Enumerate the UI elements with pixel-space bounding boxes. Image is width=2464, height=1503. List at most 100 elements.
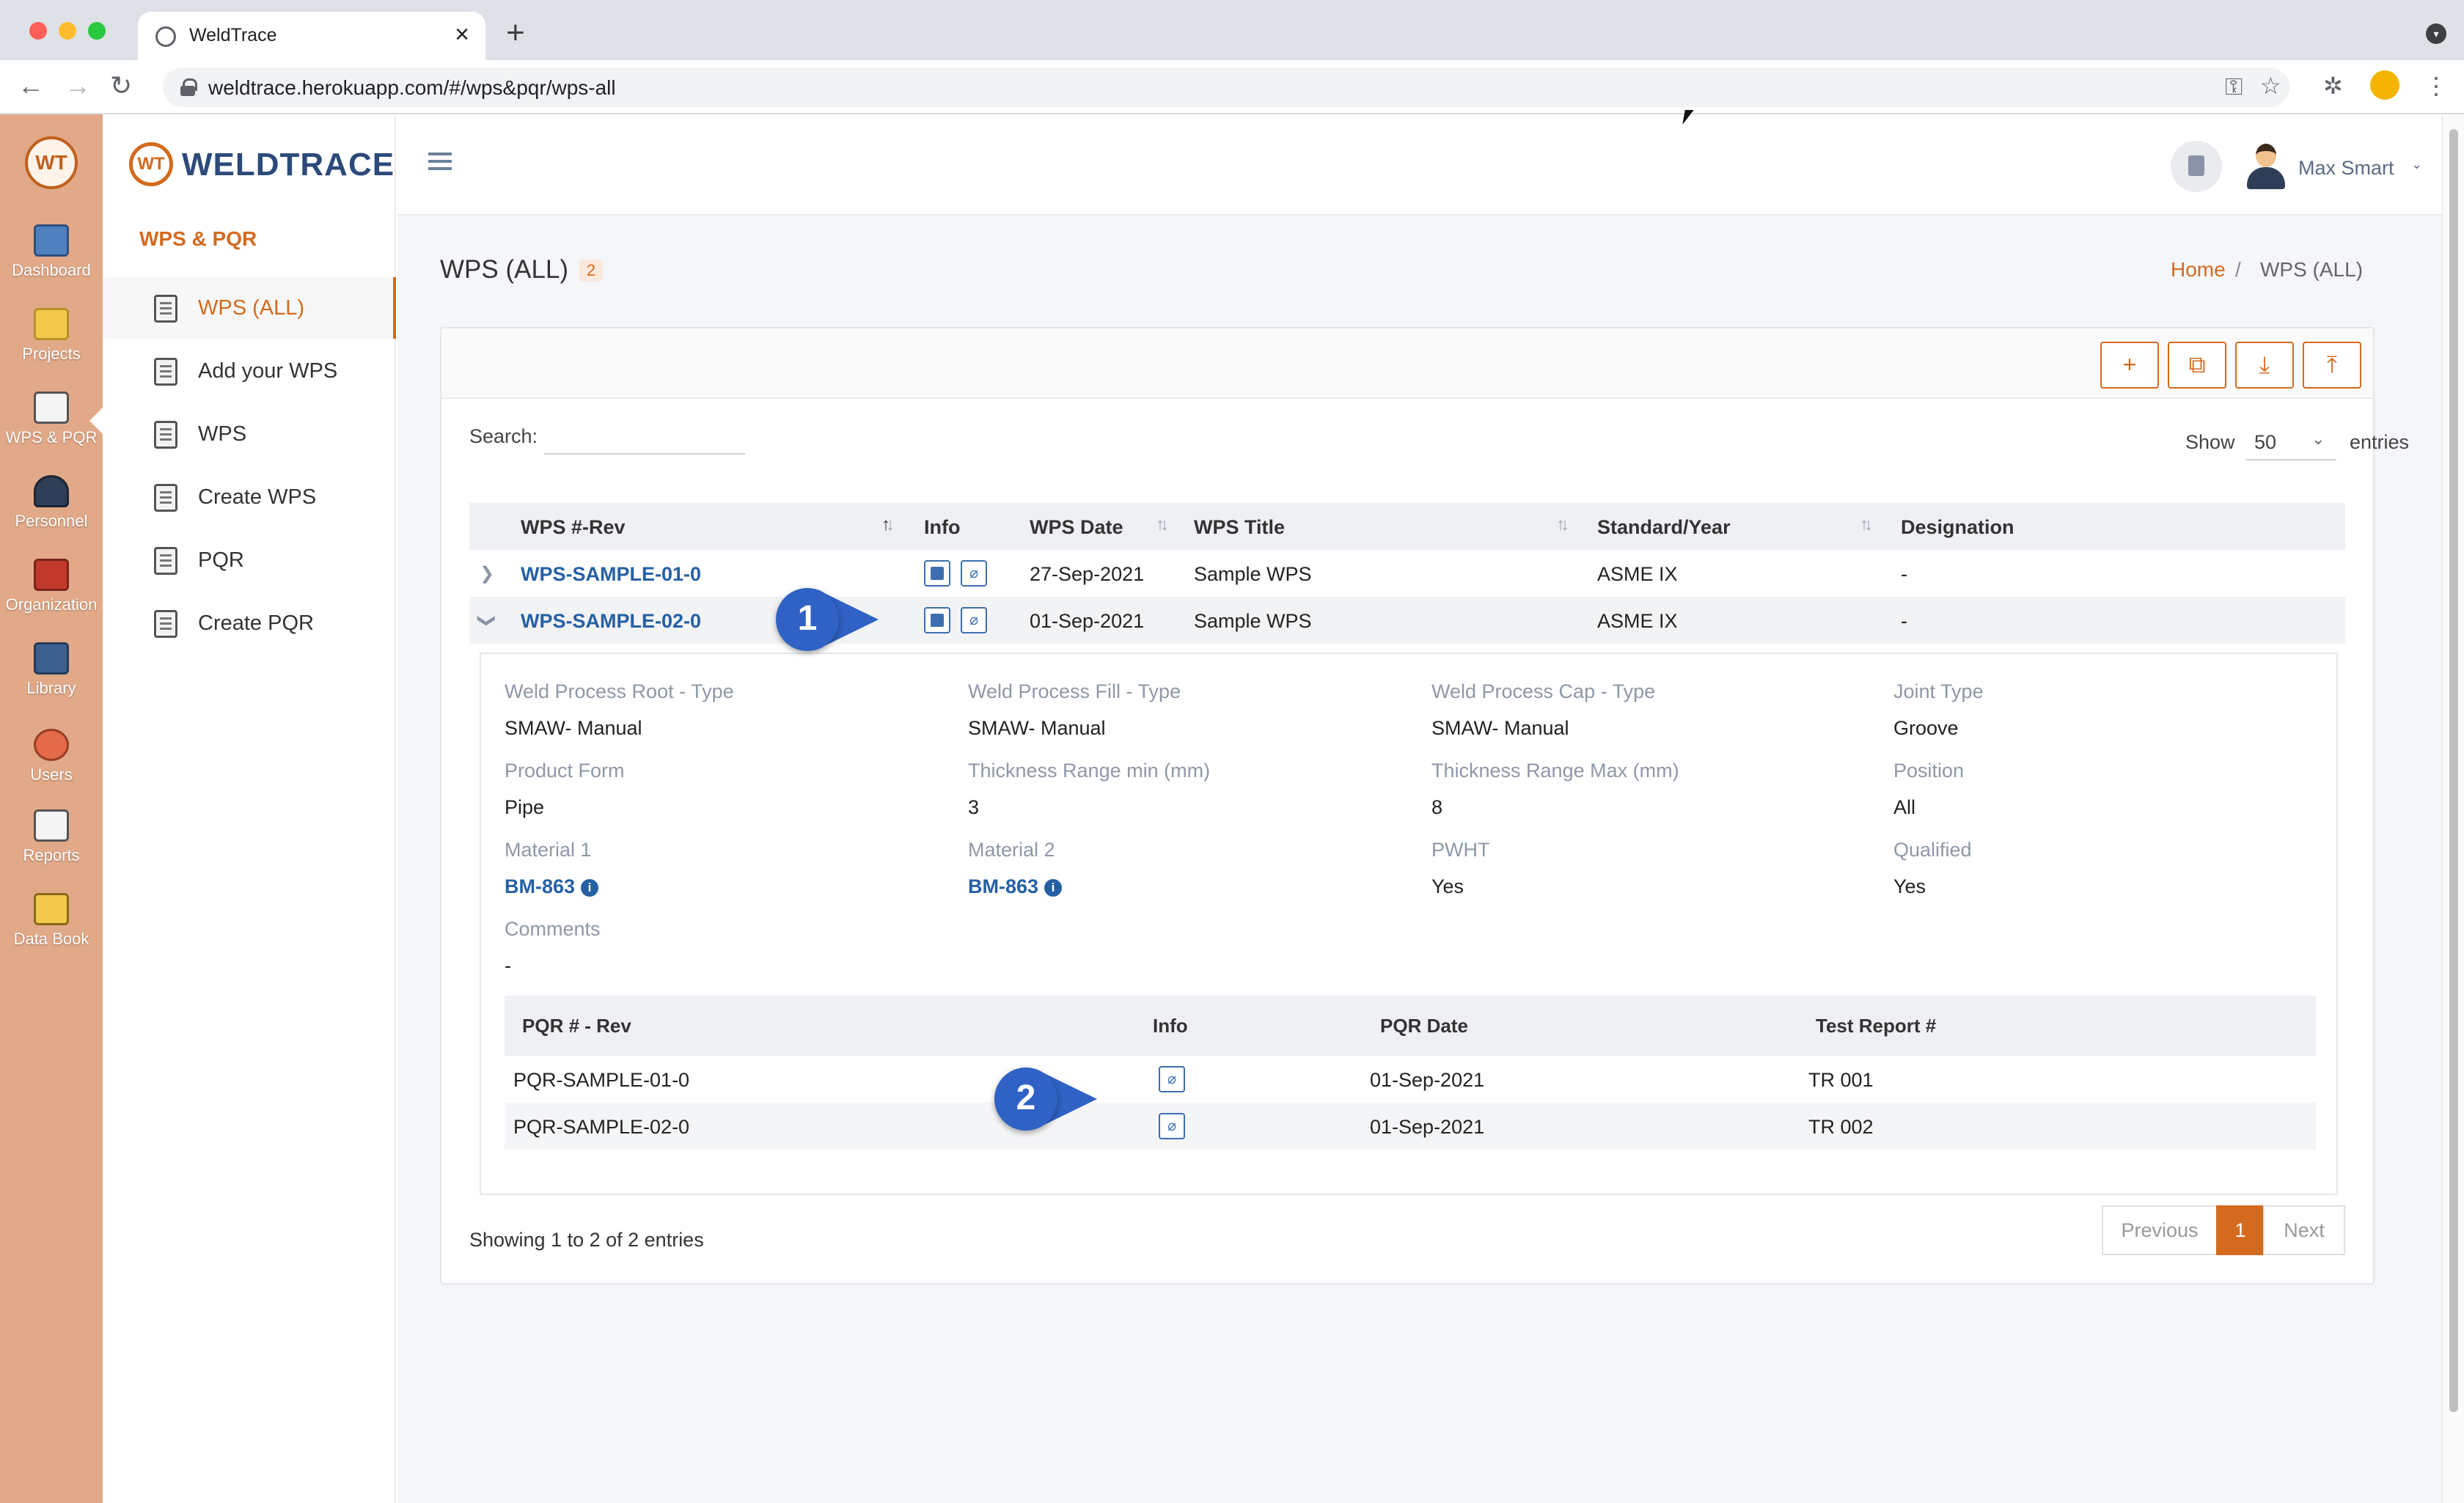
sidebar-item-wps-all[interactable]: WPS (ALL) xyxy=(103,277,396,339)
field-label: Product Form xyxy=(505,760,625,782)
field-value: SMAW- Manual xyxy=(1431,717,1569,739)
forward-arrow-icon[interactable]: → xyxy=(65,70,91,101)
info-icon: i xyxy=(1044,879,1063,897)
paperclip-icon[interactable]: ⌀ xyxy=(1159,1113,1185,1139)
address-bar[interactable]: weldtrace.herokuapp.com/#/wps&pqr/wps-al… xyxy=(163,67,2289,107)
column-header-wps-title[interactable]: WPS Title xyxy=(1194,516,1285,539)
sidebar-item-label: WPS xyxy=(198,422,247,446)
rail-item-wps-pqr[interactable]: WPS & PQR xyxy=(0,392,103,447)
hamburger-menu-icon[interactable] xyxy=(428,152,452,170)
card-toolbar: + ⧉ ⤓ ⤒ xyxy=(441,328,2373,399)
rail-label: Data Book xyxy=(13,930,89,948)
rail-item-personnel[interactable]: Personnel xyxy=(0,475,103,531)
tab-close-icon[interactable]: × xyxy=(455,21,469,49)
column-header-wps-rev[interactable]: WPS #-Rev xyxy=(521,516,626,539)
pqr-row[interactable]: PQR-SAMPLE-01-0 ⌀ 01-Sep-2021 TR 001 xyxy=(505,1056,2316,1103)
scrollbar-thumb[interactable] xyxy=(2449,129,2458,1412)
browser-titlebar: WeldTrace × + ▾ xyxy=(0,0,2464,62)
field-label: Comments xyxy=(505,918,601,940)
sidebar-item-label: PQR xyxy=(198,548,244,572)
rail-item-projects[interactable]: Projects xyxy=(0,308,103,364)
pagination-page-button[interactable]: 1 xyxy=(2216,1205,2265,1255)
sidebar-item-label: WPS (ALL) xyxy=(198,296,305,320)
weldtrace-logo-icon[interactable]: WT xyxy=(25,136,78,189)
new-tab-icon[interactable]: + xyxy=(506,15,525,51)
field-value: Yes xyxy=(1893,875,1926,897)
bookmark-star-icon[interactable]: ☆ xyxy=(2260,72,2281,100)
breadcrumb-home[interactable]: Home xyxy=(2171,258,2226,282)
test-report-number: TR 002 xyxy=(1808,1116,1874,1138)
field-value: Yes xyxy=(1431,875,1464,897)
key-icon[interactable]: ⚿ xyxy=(2225,73,2243,101)
module-rail: WT Dashboard Projects WPS & PQR Personne… xyxy=(0,114,103,1503)
wps-title: Sample WPS xyxy=(1194,610,1312,632)
rail-item-dashboard[interactable]: Dashboard xyxy=(0,224,103,280)
reload-icon[interactable]: ↻ xyxy=(110,70,132,101)
sort-icon[interactable]: ↑↓ xyxy=(1860,515,1873,535)
url-text[interactable]: weldtrace.herokuapp.com/#/wps&pqr/wps-al… xyxy=(208,76,616,100)
wps-date: 01-Sep-2021 xyxy=(1030,610,1145,632)
pagination-previous-button[interactable]: Previous xyxy=(2102,1205,2218,1255)
callout-marker-2: 2 xyxy=(994,1067,1099,1131)
rail-item-reports[interactable]: Reports xyxy=(0,809,103,865)
rail-label: Organization xyxy=(5,595,98,614)
documents-icon[interactable] xyxy=(2171,141,2222,192)
checklist-icon[interactable] xyxy=(924,560,950,587)
table-row[interactable]: ❯ WPS-SAMPLE-01-0 ⌀ 27-Sep-2021 Sample W… xyxy=(469,550,2345,597)
menu-kebab-icon[interactable]: ⋮ xyxy=(2424,72,2448,100)
window-minimize-button[interactable] xyxy=(59,22,76,40)
rail-item-users[interactable]: Users xyxy=(0,729,103,784)
tab-search-icon[interactable]: ▾ xyxy=(2426,23,2446,44)
paperclip-icon[interactable]: ⌀ xyxy=(961,560,987,587)
column-header-wps-date[interactable]: WPS Date xyxy=(1030,516,1123,539)
sidebar-item-create-wps[interactable]: Create WPS xyxy=(103,466,396,528)
sidebar-item-pqr[interactable]: PQR xyxy=(103,529,396,591)
chevron-down-icon[interactable]: ⌄ xyxy=(2411,157,2422,172)
checklist-icon[interactable] xyxy=(924,607,950,633)
material-2-link[interactable]: BM-863 i xyxy=(968,875,1063,898)
sort-ascending-icon[interactable]: ↑↓ xyxy=(881,515,895,535)
material-1-link[interactable]: BM-863 i xyxy=(505,875,599,898)
paperclip-icon[interactable]: ⌀ xyxy=(1159,1066,1185,1092)
sort-icon[interactable]: ↑↓ xyxy=(1556,515,1569,535)
browser-tab[interactable]: WeldTrace × xyxy=(138,12,485,62)
rail-item-data-book[interactable]: Data Book xyxy=(0,893,103,949)
sidebar-item-wps[interactable]: WPS xyxy=(103,403,396,465)
pagination-next-button[interactable]: Next xyxy=(2263,1205,2345,1255)
rail-item-organization[interactable]: Organization xyxy=(0,559,103,614)
column-header-standard-year[interactable]: Standard/Year xyxy=(1597,516,1731,539)
profile-icon[interactable] xyxy=(2370,70,2399,100)
wps-number-link[interactable]: WPS-SAMPLE-02-0 xyxy=(521,610,701,633)
rail-item-library[interactable]: Library xyxy=(0,642,103,698)
field-label: Thickness Range min (mm) xyxy=(968,760,1211,782)
extensions-puzzle-icon[interactable]: ✲ xyxy=(2323,72,2343,100)
avatar[interactable] xyxy=(2245,144,2287,189)
column-header-designation[interactable]: Designation xyxy=(1901,516,2014,539)
sidebar-item-add-your-wps[interactable]: Add your WPS xyxy=(103,340,396,402)
paperclip-icon[interactable]: ⌀ xyxy=(961,607,987,633)
chevron-down-icon[interactable]: ❯ xyxy=(477,613,498,628)
wps-number-link[interactable]: WPS-SAMPLE-01-0 xyxy=(521,563,701,586)
document-icon xyxy=(154,547,177,575)
chevron-right-icon[interactable]: ❯ xyxy=(480,563,494,584)
window-zoom-button[interactable] xyxy=(88,22,106,40)
page-size-value[interactable]: 50 xyxy=(2254,431,2276,454)
table-row[interactable]: ❯ WPS-SAMPLE-02-0 ⌀ 01-Sep-2021 Sample W… xyxy=(469,597,2345,644)
field-value: 8 xyxy=(1431,796,1443,818)
chevron-down-icon[interactable]: ⌄ xyxy=(2311,430,2325,449)
page-scrollbar[interactable] xyxy=(2442,114,2464,1503)
download-button[interactable]: ⤓ xyxy=(2235,342,2294,389)
copy-button[interactable]: ⧉ xyxy=(2168,342,2226,389)
sort-icon[interactable]: ↑↓ xyxy=(1156,515,1169,535)
add-button[interactable]: + xyxy=(2100,342,2159,389)
user-name[interactable]: Max Smart xyxy=(2298,157,2394,180)
sidebar-item-create-pqr[interactable]: Create PQR xyxy=(103,592,396,654)
users-icon xyxy=(34,729,69,761)
window-close-button[interactable] xyxy=(29,22,47,40)
pqr-row[interactable]: PQR-SAMPLE-02-0 ⌀ 01-Sep-2021 TR 002 xyxy=(505,1103,2316,1150)
back-arrow-icon[interactable]: ← xyxy=(18,70,44,101)
column-header-info: Info xyxy=(924,516,961,538)
upload-button[interactable]: ⤒ xyxy=(2303,342,2361,389)
search-input[interactable] xyxy=(544,419,745,455)
field-value: All xyxy=(1893,796,1916,818)
